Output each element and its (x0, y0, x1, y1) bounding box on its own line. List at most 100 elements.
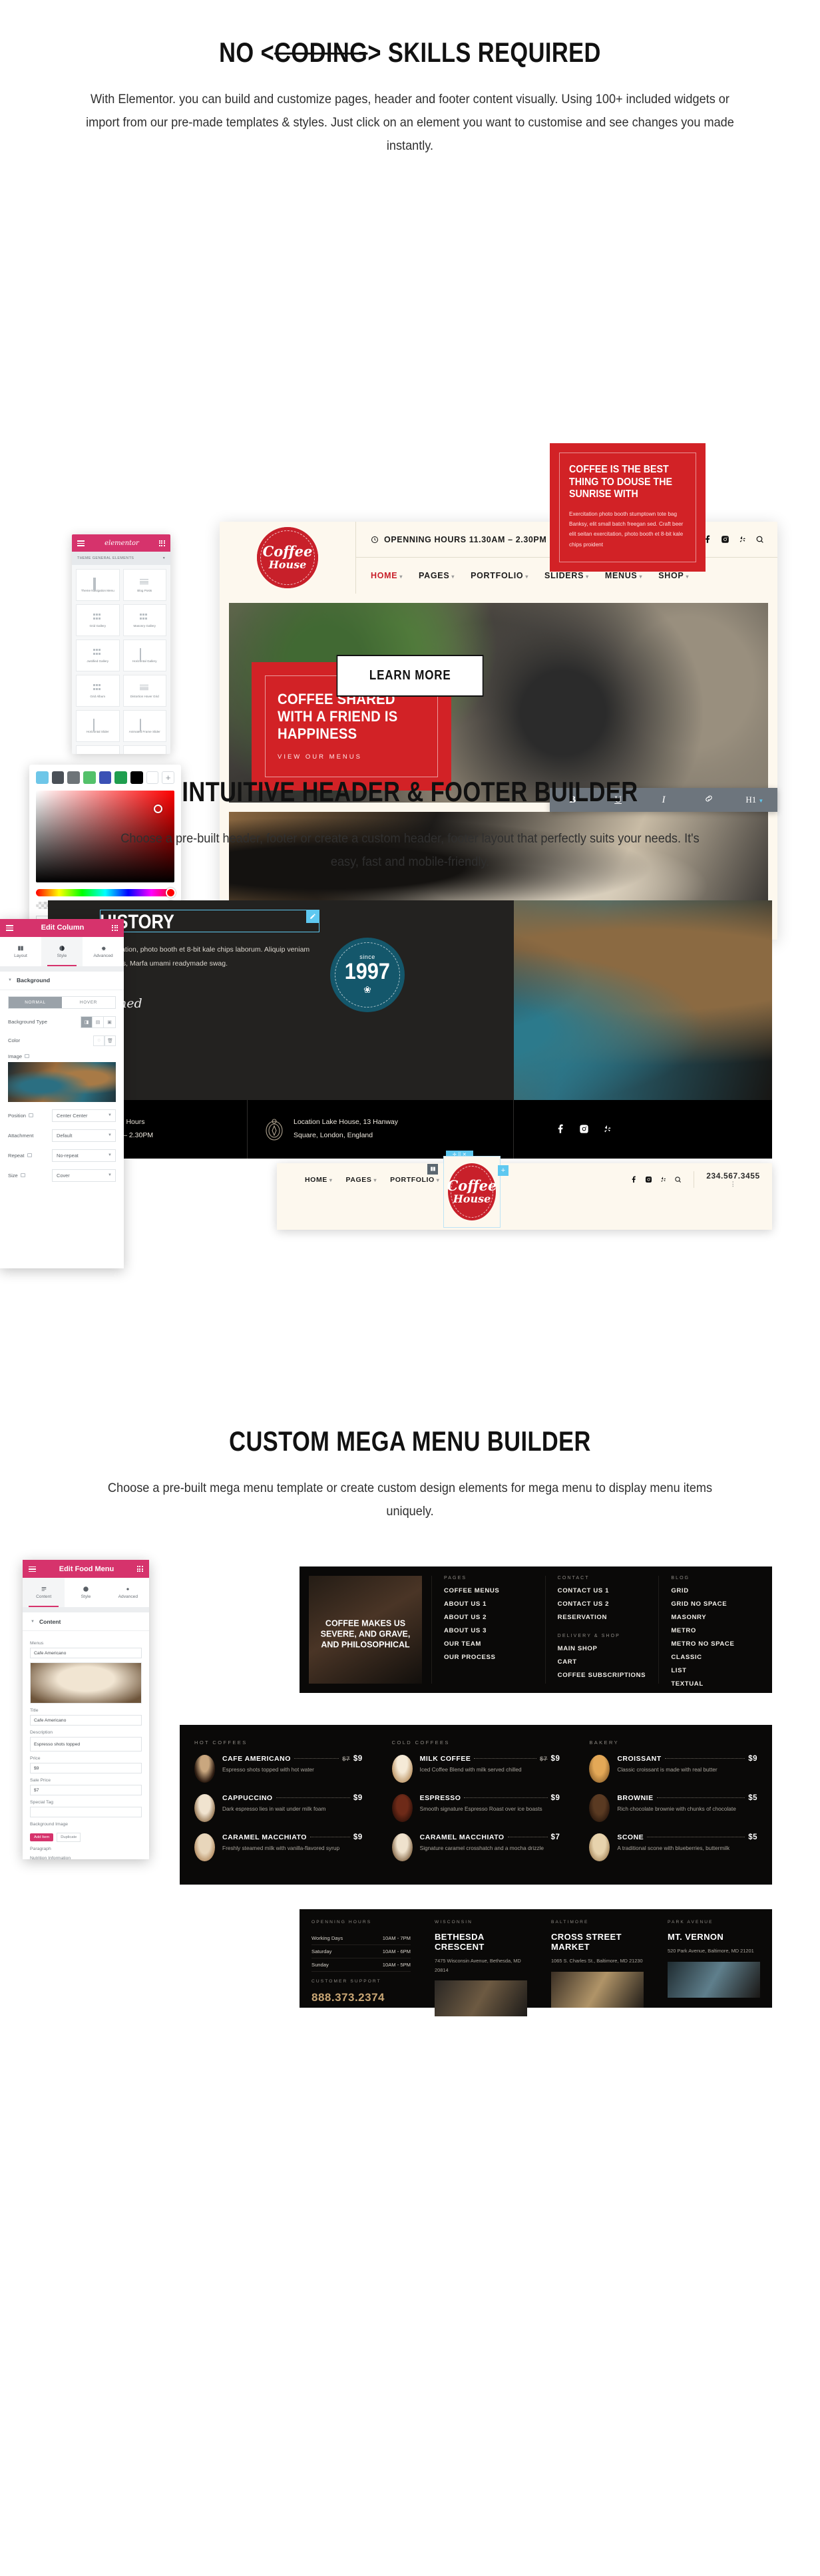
location-address: 1065 S. Charles St., Baltimore, MD 21230 (551, 1958, 643, 1964)
widget-card[interactable]: Masonry Gallery (122, 604, 166, 637)
nav-item-shop[interactable]: SHOP ▾ (658, 571, 689, 580)
background-section-header[interactable]: ▼ Background (0, 972, 124, 990)
classic-bg-button[interactable]: ◨ (81, 1016, 93, 1027)
nav-item-home[interactable]: HOME ▾ (371, 571, 403, 580)
reset-icon[interactable]: 🗑 (104, 1035, 116, 1046)
yelp-icon[interactable] (602, 1124, 612, 1134)
menu-icon[interactable] (29, 1565, 36, 1574)
widget-card[interactable]: Grid Gallery (76, 604, 120, 637)
content-section-header[interactable]: ▼ Content (23, 1612, 149, 1632)
instagram-icon[interactable] (579, 1124, 589, 1134)
item-image-preview[interactable] (30, 1662, 142, 1704)
widget-card[interactable]: Blog Posts (122, 569, 166, 602)
menu-item[interactable]: METRO NO SPACE (671, 1640, 760, 1648)
widget-card[interactable]: Horizontal Gallery (122, 640, 166, 672)
widgets-section-header[interactable]: THEME GENERAL ELEMENTS ▾ (72, 552, 170, 566)
menu-item[interactable]: ABOUT US 3 (444, 1627, 533, 1634)
site-logo[interactable]: Coffee House (220, 522, 356, 594)
sale-price-input[interactable]: $7 (30, 1785, 142, 1796)
learn-more-button[interactable]: LEARN MORE (336, 655, 484, 697)
gradient-bg-button[interactable]: ▤ (93, 1016, 104, 1027)
menu-item[interactable]: METRO (671, 1627, 760, 1634)
item-old-price: $7 (539, 1755, 548, 1763)
special-tag-input[interactable] (30, 1807, 142, 1818)
hover-state-tab[interactable]: HOVER (62, 997, 115, 1008)
yelp-icon[interactable] (738, 535, 747, 544)
menu-item[interactable]: CONTACT US 2 (558, 1600, 647, 1608)
repeat-select[interactable]: No-repeat ▼ (52, 1149, 116, 1162)
position-select[interactable]: Center Center ▼ (52, 1109, 116, 1122)
yelp-icon[interactable] (660, 1176, 667, 1183)
menu-item[interactable]: TEXTUAL (671, 1680, 760, 1688)
menu-item[interactable]: CONTACT US 1 (558, 1587, 647, 1594)
menu-item[interactable]: RESERVATION (558, 1614, 647, 1621)
slideshow-bg-button[interactable]: ▣ (104, 1017, 115, 1027)
item-title-row: CAPPUCCINO $9 (222, 1794, 363, 1802)
menus-input[interactable]: Cafe Americano (30, 1648, 142, 1659)
grid-icon[interactable] (158, 540, 165, 546)
menu-item[interactable]: GRID (671, 1587, 760, 1594)
instagram-icon[interactable] (721, 535, 729, 544)
nav-item-portfolio[interactable]: PORTFOLIO ▾ (471, 571, 528, 580)
nav-item-menus[interactable]: MENUS ▾ (605, 571, 642, 580)
search-icon[interactable] (755, 535, 764, 544)
responsive-icon[interactable] (20, 1173, 25, 1178)
menu-item[interactable]: COFFEE MENUS (444, 1587, 533, 1594)
tab-advanced[interactable]: Advanced (107, 1578, 149, 1607)
menu-item[interactable]: MAIN SHOP (558, 1645, 647, 1652)
column-handle-icon[interactable] (427, 1163, 438, 1175)
menu-icon[interactable] (77, 539, 85, 548)
responsive-icon[interactable] (29, 1113, 34, 1118)
instagram-icon[interactable] (645, 1176, 652, 1183)
menu-item[interactable]: LIST (671, 1667, 760, 1674)
price-input[interactable]: $9 (30, 1763, 142, 1774)
nav-item-home[interactable]: HOME ▾ (305, 1176, 333, 1184)
more-options-icon[interactable]: ⋮ (694, 1181, 772, 1188)
widget-card[interactable]: Justified Gallery (76, 640, 120, 672)
menu-item[interactable]: OUR TEAM (444, 1640, 533, 1648)
selected-element-outline[interactable] (100, 909, 319, 932)
description-input[interactable]: Espresso shots topped (30, 1737, 142, 1752)
nav-item-pages[interactable]: PAGES ▾ (346, 1176, 377, 1184)
menu-item[interactable]: ABOUT US 1 (444, 1600, 533, 1608)
add-item-button[interactable]: Add Item (30, 1833, 54, 1842)
leader-dots (474, 1758, 536, 1759)
color-swatch-button[interactable]: ◌ (93, 1035, 104, 1046)
attachment-select[interactable]: Default ▼ (52, 1129, 116, 1142)
grid-icon[interactable] (112, 924, 118, 931)
nav-item-portfolio[interactable]: PORTFOLIO ▾ (390, 1176, 439, 1184)
tab-layout[interactable]: Layout (0, 937, 41, 966)
tab-advanced[interactable]: Advanced (83, 937, 124, 966)
duplicate-button[interactable]: Duplicate (57, 1833, 81, 1843)
menu-icon[interactable] (6, 924, 13, 932)
responsive-icon[interactable] (27, 1153, 32, 1158)
add-element-button[interactable]: + (498, 1165, 509, 1176)
menu-item[interactable]: CART (558, 1658, 647, 1666)
tab-style[interactable]: Style (65, 1578, 106, 1607)
menu-item[interactable]: COFFEE SUBSCRIPTIONS (558, 1672, 647, 1679)
background-image-thumbnail[interactable] (8, 1061, 116, 1102)
header-phone[interactable]: 234.567.3455 ⋮ (694, 1171, 772, 1189)
item-photo (391, 1794, 413, 1823)
nav-item-sliders[interactable]: SLIDERS▾ (544, 571, 589, 580)
widget-card[interactable]: Theme Navigation Menu (76, 569, 120, 602)
normal-state-tab[interactable]: NORMAL (9, 996, 62, 1008)
responsive-icon[interactable] (25, 1054, 30, 1059)
tab-content[interactable]: Content (23, 1578, 65, 1608)
facebook-icon[interactable] (556, 1124, 566, 1134)
menu-item[interactable]: MASONRY (671, 1614, 760, 1621)
nav-item-pages[interactable]: PAGES ▾ (419, 571, 455, 580)
title-input[interactable]: Cafe Americano (30, 1715, 142, 1726)
menu-item[interactable]: GRID NO SPACE (671, 1600, 760, 1608)
size-select[interactable]: Cover ▼ (52, 1169, 116, 1182)
support-phone[interactable]: 888.373.2374 (311, 1991, 411, 2004)
search-icon[interactable] (674, 1176, 682, 1183)
tab-style[interactable]: Style (41, 936, 83, 966)
edit-pencil-icon[interactable] (306, 909, 319, 923)
facebook-icon[interactable] (630, 1176, 638, 1183)
menu-item[interactable]: CLASSIC (671, 1654, 760, 1661)
menu-item[interactable]: ABOUT US 2 (444, 1614, 533, 1621)
menu-item[interactable]: OUR PROCESS (444, 1654, 533, 1661)
logo-widget[interactable]: Coffee House (443, 1155, 501, 1228)
grid-icon[interactable] (136, 1566, 143, 1572)
